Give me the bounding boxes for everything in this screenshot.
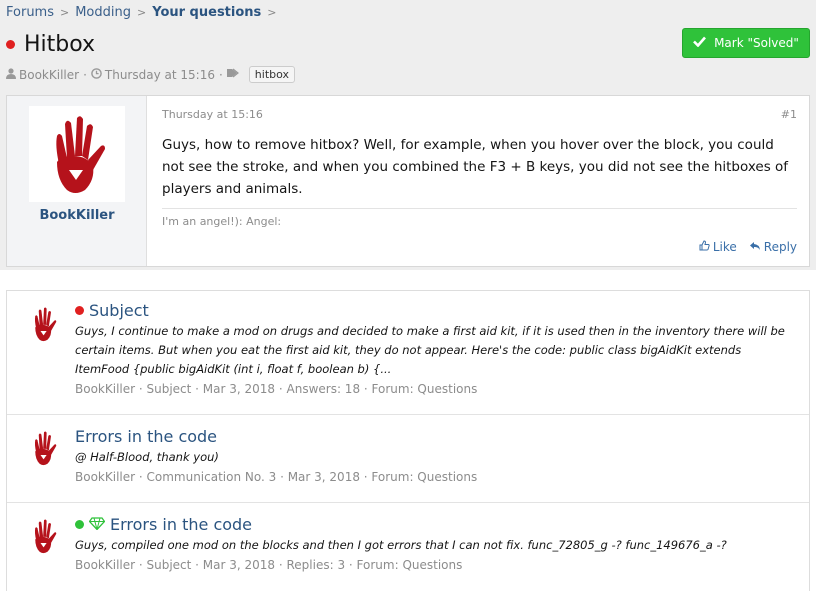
breadcrumb: Forums > Modding > Your questions > bbox=[6, 5, 283, 20]
reply-button[interactable]: Reply bbox=[749, 240, 797, 254]
post: BookKiller Thursday at 15:16 #1 Guys, ho… bbox=[6, 95, 810, 267]
list-item-title[interactable]: Errors in the code bbox=[75, 427, 217, 446]
avatar[interactable] bbox=[23, 515, 65, 557]
thread-header: Forums > Modding > Your questions > Hitbox Bo… bbox=[0, 0, 816, 270]
breadcrumb-forums[interactable]: Forums bbox=[6, 5, 54, 20]
avatar[interactable] bbox=[29, 106, 125, 202]
thread-author[interactable]: BookKiller bbox=[19, 68, 79, 82]
mark-solved-button[interactable]: Mark "Solved" bbox=[682, 28, 810, 58]
post-number[interactable]: #1 bbox=[781, 108, 797, 121]
avatar[interactable] bbox=[23, 427, 65, 469]
like-label: Like bbox=[712, 240, 737, 254]
list-item-title-row: Errors in the code bbox=[75, 515, 797, 534]
similar-threads-list: Subject Guys, I continue to make a mod o… bbox=[6, 290, 810, 591]
tag-chip[interactable]: hitbox bbox=[248, 66, 296, 83]
thread-date[interactable]: Thursday at 15:16 bbox=[105, 68, 215, 82]
list-item-snippet: @ Half-Blood, thank you) bbox=[75, 450, 219, 464]
check-icon bbox=[693, 36, 707, 50]
breadcrumb-your-questions[interactable]: Your questions bbox=[152, 5, 261, 20]
list-item[interactable]: Errors in the code Guys, compiled one mo… bbox=[7, 503, 809, 591]
list-item-title-row: Subject bbox=[75, 301, 797, 320]
list-item-title[interactable]: Subject bbox=[89, 301, 149, 320]
list-item-title[interactable]: Errors in the code bbox=[110, 515, 252, 534]
list-item[interactable]: Errors in the code @ Half-Blood, thank y… bbox=[7, 415, 809, 503]
chevron-right-icon: > bbox=[267, 6, 277, 19]
list-item-content: Subject Guys, I continue to make a mod o… bbox=[75, 301, 797, 396]
post-username[interactable]: BookKiller bbox=[7, 208, 147, 223]
post-signature: I'm an angel!): Angel: bbox=[162, 215, 282, 228]
list-item-snippet: Guys, compiled one mod on the blocks and… bbox=[75, 538, 727, 552]
list-item-meta: BookKiller · Subject · Mar 3, 2018 · Ans… bbox=[75, 382, 478, 396]
reply-label: Reply bbox=[763, 240, 797, 254]
page-title: Hitbox bbox=[24, 32, 96, 57]
post-user-panel: BookKiller bbox=[7, 96, 147, 266]
post-actions: Like Reply bbox=[699, 240, 797, 254]
solved-dot-icon bbox=[75, 520, 84, 529]
clock-icon bbox=[91, 67, 102, 82]
mark-solved-label: Mark "Solved" bbox=[714, 36, 799, 50]
list-item-content: Errors in the code Guys, compiled one mo… bbox=[75, 515, 797, 572]
divider bbox=[162, 208, 797, 209]
breadcrumb-modding[interactable]: Modding bbox=[75, 5, 131, 20]
list-item-content: Errors in the code @ Half-Blood, thank y… bbox=[75, 427, 797, 484]
post-main: Thursday at 15:16 #1 Guys, how to remove… bbox=[147, 96, 809, 266]
reply-icon bbox=[749, 240, 761, 254]
list-item[interactable]: Subject Guys, I continue to make a mod o… bbox=[7, 291, 809, 415]
list-item-meta: BookKiller · Communication No. 3 · Mar 3… bbox=[75, 470, 478, 484]
thread-meta: BookKiller · Thursday at 15:16 · hitbox bbox=[6, 66, 296, 83]
unread-dot-icon bbox=[6, 40, 15, 49]
chevron-right-icon: > bbox=[137, 6, 147, 19]
title-row: Hitbox bbox=[6, 32, 95, 57]
list-item-title-row: Errors in the code bbox=[75, 427, 797, 446]
like-button[interactable]: Like bbox=[699, 240, 737, 254]
post-body: Guys, how to remove hitbox? Well, for ex… bbox=[162, 137, 789, 197]
diamond-icon bbox=[88, 515, 106, 534]
unread-dot-icon bbox=[75, 306, 84, 315]
post-date[interactable]: Thursday at 15:16 bbox=[162, 108, 263, 121]
user-icon bbox=[6, 67, 16, 82]
tags-icon bbox=[226, 68, 240, 81]
avatar[interactable] bbox=[23, 303, 65, 345]
list-item-snippet: Guys, I continue to make a mod on drugs … bbox=[75, 324, 785, 376]
list-item-meta: BookKiller · Subject · Mar 3, 2018 · Rep… bbox=[75, 558, 463, 572]
chevron-right-icon: > bbox=[60, 6, 70, 19]
thumbs-up-icon bbox=[699, 240, 710, 254]
